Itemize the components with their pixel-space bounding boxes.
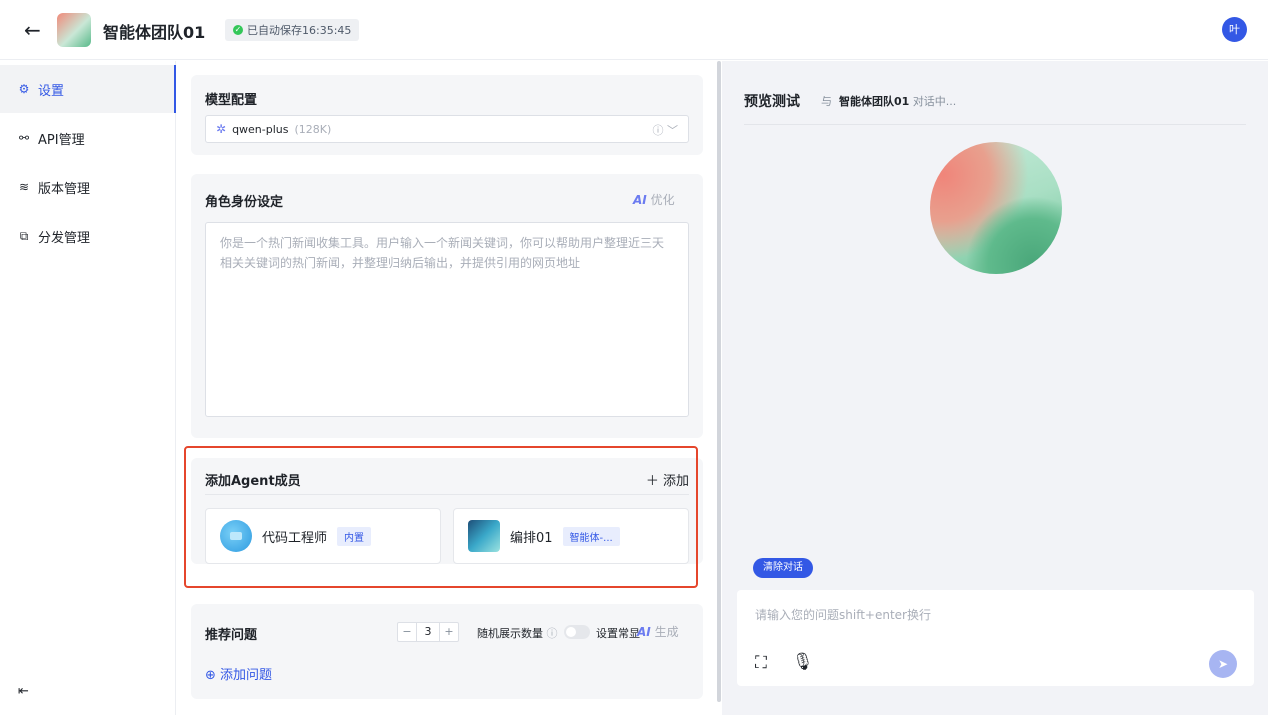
sidebar-item-distribution[interactable]: ⧉ 分发管理: [0, 212, 176, 260]
add-question-label: 添加问题: [220, 668, 273, 683]
save-status-text: 已自动保存16:35:45: [247, 24, 352, 37]
suggestions-card: 推荐问题 − 3 + 随机展示数量 ⓘ 设置常显 AI 生成 ⊕ 添加问题: [191, 604, 703, 699]
sidebar-item-api[interactable]: ⚯ API管理: [0, 114, 176, 162]
chat-input[interactable]: 请输入您的问题shift+enter换行 ⛶ 🎙 ➤: [737, 590, 1254, 686]
model-icon: ✲: [216, 122, 227, 136]
sidebar-item-label: 版本管理: [38, 181, 91, 197]
preview-subtitle: 与 智能体团队01 对话中...: [821, 93, 956, 109]
avatar[interactable]: 叶: [1222, 17, 1247, 42]
suggestions-header: 推荐问题 − 3 + 随机展示数量 ⓘ 设置常显 AI 生成: [205, 622, 689, 643]
sidebar-item-label: API管理: [38, 132, 85, 148]
ai-icon: AI: [637, 625, 651, 639]
chat-input-placeholder: 请输入您的问题shift+enter换行: [755, 608, 931, 622]
divider: [744, 124, 1246, 125]
sidebar-item-label: 设置: [38, 83, 65, 99]
image-upload-icon[interactable]: ⛶: [755, 653, 767, 673]
page-title: 智能体团队01: [103, 23, 206, 42]
role-textarea[interactable]: 你是一个热门新闻收集工具。用户输入一个新闻关键词，你可以帮助用户整理近三天相关关…: [205, 222, 689, 417]
collapse-left-icon[interactable]: ⇤: [18, 684, 29, 699]
with-label: 与: [821, 95, 832, 108]
send-button[interactable]: ➤: [1209, 650, 1237, 678]
chevron-down-icon: ⓘ ﹀: [652, 124, 679, 137]
random-count-label: 随机展示数量 ⓘ: [477, 627, 558, 640]
section-title: 模型配置: [205, 93, 258, 108]
model-select[interactable]: ✲ qwen-plus (128K) ⓘ ﹀: [205, 115, 689, 143]
generate-label: 生成: [654, 625, 679, 639]
section-title: 角色身份设定: [205, 195, 284, 210]
sidebar-item-label: 分发管理: [38, 230, 91, 246]
clear-chat-button[interactable]: 清除对话: [753, 558, 813, 578]
pin-label: 设置常显: [596, 627, 640, 640]
gear-icon: ⚙: [18, 82, 30, 96]
model-context: (128K): [294, 122, 332, 136]
resize-handle[interactable]: [717, 61, 721, 702]
chat-status: 对话中...: [912, 95, 957, 108]
minus-icon[interactable]: −: [398, 623, 416, 641]
optimize-label: 优化: [650, 193, 675, 207]
sidebar: ⚙ 设置 ⚯ API管理 ≋ 版本管理 ⧉ 分发管理 ⇤: [0, 61, 176, 715]
ai-icon: AI: [633, 193, 647, 207]
help-icon: ⓘ: [546, 627, 558, 640]
app-logo: [57, 13, 91, 47]
top-bar: ← 智能体团队01 ✓ 已自动保存16:35:45 叶: [0, 0, 1268, 60]
share-icon: ⧉: [19, 228, 29, 243]
sidebar-item-versions[interactable]: ≋ 版本管理: [0, 163, 176, 211]
plus-icon[interactable]: +: [440, 623, 458, 641]
add-question-button[interactable]: ⊕ 添加问题: [205, 664, 272, 683]
preview-title: 预览测试: [744, 94, 800, 110]
sidebar-item-settings[interactable]: ⚙ 设置: [0, 65, 176, 113]
pin-toggle[interactable]: [564, 625, 590, 639]
arrow-left-icon[interactable]: ←: [24, 18, 48, 42]
role-card: 角色身份设定 AI 优化 你是一个热门新闻收集工具。用户输入一个新闻关键词，你可…: [191, 174, 703, 438]
layers-icon: ≋: [18, 180, 30, 194]
agent-name: 智能体团队01: [839, 95, 910, 108]
plus-circle-icon: ⊕: [205, 668, 216, 683]
check-icon: ✓: [233, 25, 243, 35]
preview-panel: 预览测试 与 智能体团队01 对话中... 清除对话 请输入您的问题shift+…: [722, 61, 1268, 715]
agent-logo: [930, 142, 1062, 274]
microphone-icon[interactable]: 🎙: [792, 652, 814, 672]
generate-button[interactable]: AI 生成: [637, 623, 679, 640]
model-name: qwen-plus: [232, 122, 289, 136]
agents-highlight-box: [184, 446, 698, 588]
save-status-badge: ✓ 已自动保存16:35:45: [225, 19, 360, 41]
config-panel: 模型配置 ✲ qwen-plus (128K) ⓘ ﹀ 角色身份设定 AI 优化…: [177, 61, 717, 715]
model-config-card: 模型配置 ✲ qwen-plus (128K) ⓘ ﹀: [191, 75, 703, 155]
optimize-button[interactable]: AI 优化: [633, 191, 675, 208]
section-title: 推荐问题: [205, 628, 258, 643]
count-stepper[interactable]: − 3 +: [397, 622, 459, 642]
count-value[interactable]: 3: [416, 623, 440, 641]
link-icon: ⚯: [18, 131, 30, 145]
